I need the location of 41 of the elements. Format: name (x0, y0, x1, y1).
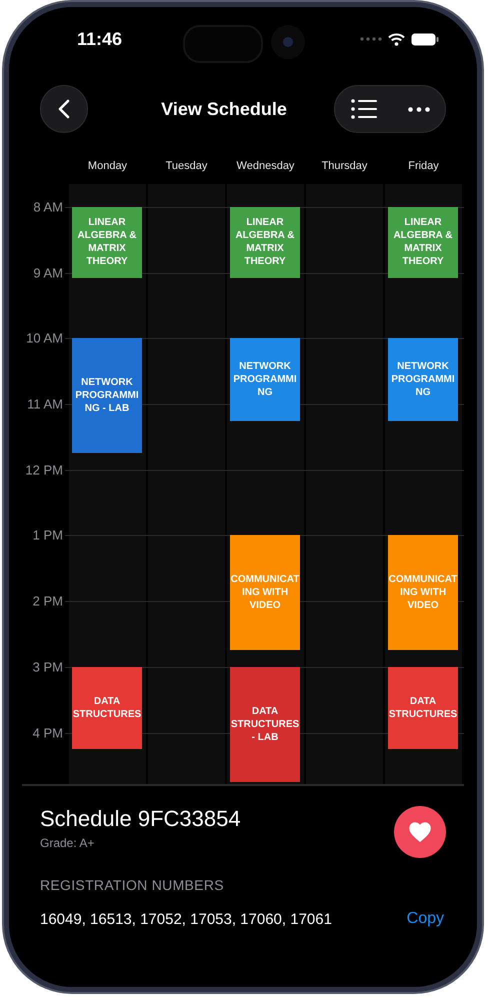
hour-label: 4 PM (32, 725, 63, 740)
day-header: Tuesday (164, 160, 208, 172)
class-block[interactable]: LINEAR ALGEBRA & MATRIX THEORY (388, 206, 458, 278)
registration-numbers: 16049, 16513, 17052, 17053, 17060, 17061 (40, 910, 333, 928)
battery-icon (411, 32, 439, 46)
wifi-icon (388, 32, 405, 46)
grade-label: Grade: A+ (40, 836, 96, 850)
signal-icon (360, 37, 382, 41)
hour-label: 3 PM (32, 659, 63, 674)
hour-label: 8 AM (33, 199, 63, 214)
class-block[interactable]: DATA STRUCTURES (72, 666, 142, 750)
class-block[interactable]: NETWORK PROGRAMMING (230, 338, 300, 421)
hour-label: 10 AM (26, 330, 63, 346)
hour-label: 1 PM (32, 528, 63, 543)
hour-label: 9 AM (33, 265, 63, 280)
class-block[interactable]: NETWORK PROGRAMMING - LAB (72, 338, 142, 454)
favorite-button[interactable] (394, 806, 446, 858)
day-header: Friday (407, 160, 440, 172)
hour-label: 2 PM (32, 594, 63, 609)
day-header: Thursday (320, 160, 368, 172)
class-block[interactable]: COMMUNICATING WITH VIDEO (388, 535, 458, 650)
class-block[interactable]: DATA STRUCTURES (388, 666, 458, 750)
schedule-title: Schedule 9FC33854 (40, 805, 242, 832)
day-header: Monday (86, 160, 128, 172)
hour-label: 12 PM (25, 462, 63, 478)
heart-icon (409, 822, 431, 842)
back-icon (58, 99, 70, 119)
more-icon (408, 106, 430, 112)
section-heading: REGISTRATION NUMBERS (40, 877, 225, 893)
class-block[interactable]: LINEAR ALGEBRA & MATRIX THEORY (230, 206, 300, 278)
class-block[interactable]: LINEAR ALGEBRA & MATRIX THEORY (72, 206, 142, 278)
day-header: Wednesday (236, 160, 296, 172)
class-block[interactable]: NETWORK PROGRAMMING (388, 338, 458, 421)
back-button[interactable] (40, 85, 88, 133)
status-time: 11:46 (77, 28, 122, 50)
class-block[interactable]: DATA STRUCTURES - LAB (230, 666, 300, 782)
hour-label: 11 AM (27, 396, 63, 412)
copy-button[interactable]: Copy (404, 910, 446, 928)
class-block[interactable]: COMMUNICATING WITH VIDEO (230, 535, 300, 650)
screen-title: View Schedule (160, 98, 288, 120)
list-icon (350, 99, 376, 119)
